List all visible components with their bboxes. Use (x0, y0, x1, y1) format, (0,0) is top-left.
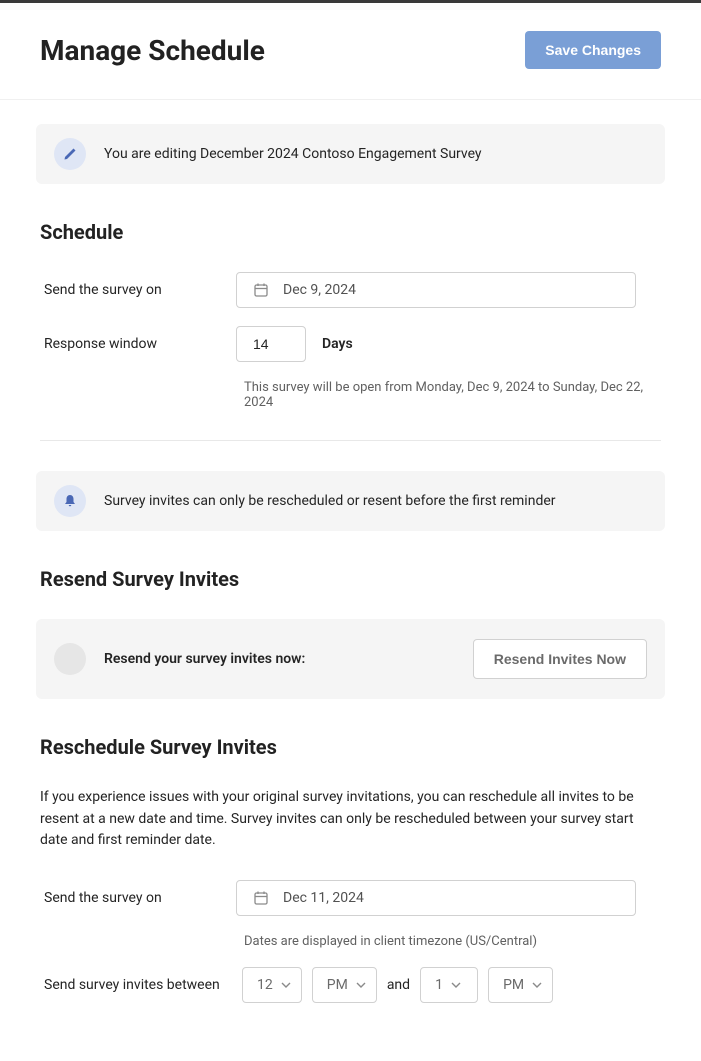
send-between-row: Send survey invites between 12 PM and (36, 967, 665, 1003)
resend-card: Resend your survey invites now: Resend I… (36, 619, 665, 699)
calendar-icon (253, 282, 269, 298)
ampm-from-value: PM (327, 977, 348, 993)
send-date-input[interactable]: Dec 9, 2024 (236, 272, 636, 308)
response-window-label: Response window (44, 336, 236, 352)
response-window-row: Response window Days (36, 326, 665, 362)
reschedule-date-value: Dec 11, 2024 (283, 890, 364, 906)
chevron-down-icon (532, 982, 542, 988)
editing-banner-text: You are editing December 2024 Contoso En… (104, 146, 482, 162)
resend-heading: Resend Survey Invites (36, 567, 665, 591)
hour-to-value: 1 (435, 977, 443, 993)
reminder-banner-text: Survey invites can only be rescheduled o… (104, 493, 556, 509)
send-date-value: Dec 9, 2024 (283, 282, 356, 298)
days-label: Days (322, 336, 353, 352)
reschedule-description: If you experience issues with your origi… (36, 787, 665, 852)
page-title: Manage Schedule (40, 34, 265, 67)
hour-from-value: 12 (257, 977, 273, 993)
hour-to-select[interactable]: 1 (420, 967, 478, 1003)
reschedule-date-label: Send the survey on (44, 890, 236, 906)
send-between-label: Send survey invites between (44, 977, 242, 993)
ampm-from-select[interactable]: PM (312, 967, 377, 1003)
timezone-note: Dates are displayed in client timezone (… (36, 934, 665, 949)
bell-icon (54, 485, 86, 517)
chevron-down-icon (451, 982, 461, 988)
page-header: Manage Schedule Save Changes (0, 3, 701, 100)
send-date-label: Send the survey on (44, 282, 236, 298)
calendar-icon (253, 890, 269, 906)
chevron-down-icon (281, 982, 291, 988)
resend-prompt: Resend your survey invites now: (104, 651, 455, 667)
resend-icon-placeholder (54, 643, 86, 675)
and-text: and (387, 977, 410, 993)
response-window-input[interactable] (236, 326, 306, 362)
edit-icon (54, 138, 86, 170)
ampm-to-select[interactable]: PM (488, 967, 553, 1003)
divider (40, 440, 661, 441)
hour-from-select[interactable]: 12 (242, 967, 302, 1003)
resend-invites-button[interactable]: Resend Invites Now (473, 639, 647, 679)
reschedule-date-input[interactable]: Dec 11, 2024 (236, 880, 636, 916)
reschedule-heading: Reschedule Survey Invites (36, 735, 665, 759)
survey-open-range-text: This survey will be open from Monday, De… (36, 380, 665, 410)
send-date-row: Send the survey on Dec 9, 2024 (36, 272, 665, 308)
save-changes-button[interactable]: Save Changes (525, 31, 661, 69)
editing-banner: You are editing December 2024 Contoso En… (36, 124, 665, 184)
schedule-heading: Schedule (36, 220, 665, 244)
chevron-down-icon (356, 982, 366, 988)
content: You are editing December 2024 Contoso En… (0, 100, 701, 1061)
reschedule-date-row: Send the survey on Dec 11, 2024 (36, 880, 665, 916)
reminder-banner: Survey invites can only be rescheduled o… (36, 471, 665, 531)
ampm-to-value: PM (503, 977, 524, 993)
